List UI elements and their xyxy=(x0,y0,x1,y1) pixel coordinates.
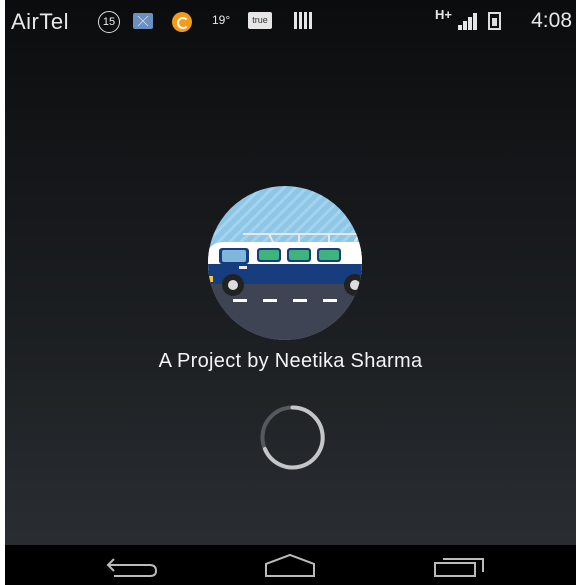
barcode-icon xyxy=(294,12,314,29)
weather-temperature: 19° xyxy=(212,13,231,27)
orange-app-icon xyxy=(172,12,192,32)
loading-spinner xyxy=(244,389,341,486)
van-on-road-logo xyxy=(159,186,411,340)
mail-icon xyxy=(133,13,153,29)
navigation-bar xyxy=(5,545,576,585)
notification-count-badge: 15 xyxy=(98,11,120,33)
carrier-name: AirTel xyxy=(11,9,70,34)
status-time: 4:08 xyxy=(531,9,572,32)
recent-apps-icon[interactable] xyxy=(430,552,490,578)
true-app-icon: true xyxy=(248,12,272,29)
network-type: H+ xyxy=(435,7,452,22)
phone-screen: AirTel 15 19° true H+ 4:08 A Project by … xyxy=(5,0,576,585)
back-icon[interactable] xyxy=(100,552,160,578)
status-bar: AirTel 15 19° true H+ 4:08 xyxy=(5,0,576,44)
credits-caption: A Project by Neetika Sharma xyxy=(158,350,423,372)
battery-icon xyxy=(488,12,501,30)
home-icon[interactable] xyxy=(260,552,320,578)
signal-icon xyxy=(458,13,482,30)
